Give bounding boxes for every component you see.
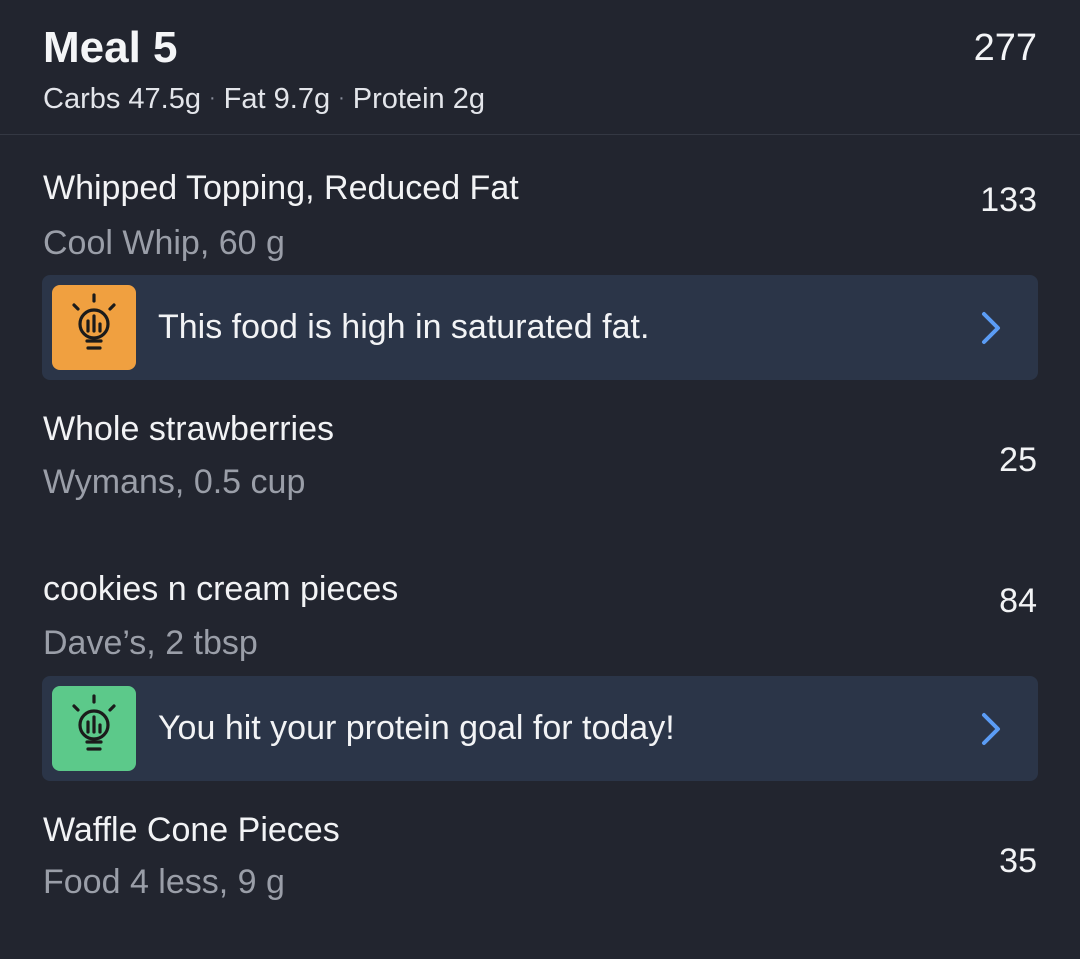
meal-title: Meal 5 — [43, 23, 178, 72]
chevron-right-icon[interactable] — [976, 309, 1006, 347]
insight-text: You hit your protein goal for today! — [158, 709, 675, 747]
meal-calories: 277 — [973, 27, 1037, 69]
food-name: cookies n cream pieces — [43, 570, 399, 608]
food-calories: 35 — [999, 842, 1037, 880]
insight-banner[interactable]: You hit your protein goal for today! — [42, 676, 1038, 781]
macro-separator: · — [209, 87, 216, 109]
food-calories: 25 — [999, 441, 1037, 479]
meal-macros: Carbs 47.5g · Fat 9.7g · Protein 2g — [43, 80, 485, 121]
chevron-right-icon[interactable] — [976, 710, 1006, 748]
food-detail: Cool Whip, 60 g — [43, 224, 285, 262]
lightbulb-icon — [52, 686, 136, 771]
insight-banner[interactable]: This food is high in saturated fat. — [42, 275, 1038, 380]
fat-value: Fat 9.7g — [223, 83, 331, 115]
macro-separator: · — [338, 87, 345, 109]
meal-header[interactable]: Meal 5 277 Carbs 47.5g · Fat 9.7g · Protein … — [0, 0, 1080, 135]
food-name: Whole strawberries — [43, 410, 334, 448]
food-detail: Food 4 less, 9 g — [43, 863, 285, 901]
food-name: Whipped Topping, Reduced Fat — [43, 169, 519, 207]
food-name: Waffle Cone Pieces — [43, 811, 340, 849]
food-detail: Wymans, 0.5 cup — [43, 463, 306, 501]
insight-text: This food is high in saturated fat. — [158, 308, 650, 346]
food-calories: 133 — [980, 181, 1037, 219]
food-detail: Dave’s, 2 tbsp — [43, 624, 258, 662]
lightbulb-icon — [52, 285, 136, 370]
food-calories: 84 — [999, 582, 1037, 620]
carbs-value: Carbs 47.5g — [43, 83, 201, 115]
protein-value: Protein 2g — [352, 83, 485, 115]
